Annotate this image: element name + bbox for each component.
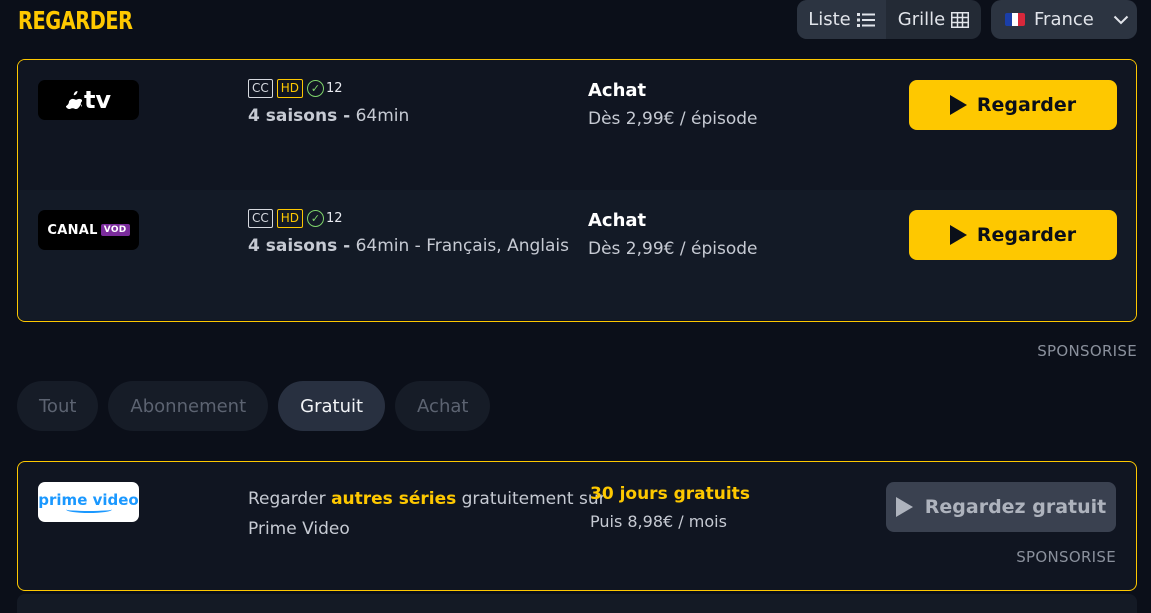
seasons-count: 4 saisons - (248, 106, 351, 126)
quality-badges: CC HD ✓ 12 (248, 79, 343, 98)
offer-meta: 4 saisons - 64min - Français, Anglais (248, 236, 569, 256)
watch-button[interactable]: Regarder (909, 80, 1117, 130)
desc-prefix: Regarder (248, 489, 332, 509)
age-rating: ✓ 12 (307, 80, 343, 97)
list-icon (856, 12, 875, 27)
desc-suffix: gratuitement sur (456, 489, 606, 509)
languages: - Français, Anglais (409, 236, 570, 256)
play-icon (949, 225, 967, 245)
chevron-down-icon (1113, 15, 1129, 24)
offer-type: Achat (588, 210, 647, 231)
hd-badge: HD (276, 79, 304, 98)
desc-line2: Prime Video (248, 519, 350, 539)
apple-icon (65, 90, 82, 109)
desc-highlight: autres séries (331, 489, 457, 509)
age-rating-value: 12 (326, 81, 343, 96)
grid-view-label: Grille (897, 9, 946, 30)
grid-view-button[interactable]: Grille (886, 0, 981, 39)
country-label: France (1034, 9, 1094, 30)
promo-pricing: 30 jours gratuits Puis 8,98€ / mois (590, 484, 750, 531)
age-rating-value: 12 (326, 211, 343, 226)
sponsored-label: SPONSORISE (1016, 548, 1116, 566)
filter-tout[interactable]: Tout (17, 381, 99, 431)
play-icon (949, 95, 967, 115)
list-view-label: Liste (808, 9, 851, 30)
filter-abonnement[interactable]: Abonnement (108, 381, 269, 431)
france-flag-icon (1005, 13, 1025, 26)
runtime: 64min (355, 106, 410, 126)
offer-pricing: Achat Dès 2,99€ / épisode (588, 210, 758, 259)
offer-price: Dès 2,99€ / épisode (588, 239, 758, 259)
age-rating: ✓ 12 (307, 210, 343, 227)
offer-price: Dès 2,99€ / épisode (588, 109, 758, 129)
canal-logo-text: CANAL (47, 222, 98, 238)
watch-free-button-label: Regardez gratuit (924, 496, 1107, 518)
offers-panel: tv CC HD ✓ 12 4 saisons - 64min Achat Dè… (17, 59, 1137, 322)
offer-meta: 4 saisons - 64min (248, 106, 409, 126)
cc-badge: CC (248, 79, 273, 98)
prime-smile-icon (65, 506, 112, 513)
offer-type: Achat (588, 80, 647, 101)
check-circle-icon: ✓ (307, 80, 325, 97)
view-toggle: Liste Grille (797, 0, 981, 39)
watch-button-label: Regarder (976, 224, 1077, 246)
seasons-count: 4 saisons - (248, 236, 351, 256)
page-title: REGARDER (18, 6, 133, 35)
cc-badge: CC (248, 209, 273, 228)
quality-badges: CC HD ✓ 12 (248, 209, 343, 228)
offer-pricing: Achat Dès 2,99€ / épisode (588, 80, 758, 129)
offer-row: CANAL VOD CC HD ✓ 12 4 saisons - 64min -… (18, 190, 1136, 320)
filter-gratuit[interactable]: Gratuit (278, 381, 386, 431)
watch-button-label: Regarder (976, 94, 1077, 116)
promo-price: Puis 8,98€ / mois (590, 512, 727, 531)
check-circle-icon: ✓ (307, 210, 325, 227)
sponsored-description: Regarder autres séries gratuitement sur … (248, 484, 606, 544)
offer-filters: Tout Abonnement Gratuit Achat (17, 381, 491, 431)
apple-tv-logo[interactable]: tv (38, 80, 139, 120)
free-trial-text: 30 jours gratuits (590, 484, 750, 504)
hd-badge: HD (276, 209, 304, 228)
play-icon (895, 497, 913, 517)
prime-video-logo[interactable]: prime video (38, 482, 139, 522)
sponsored-offer-panel: prime video Regarder autres séries gratu… (17, 461, 1137, 591)
sponsored-label: SPONSORISE (1037, 342, 1137, 360)
vod-logo-text: VOD (100, 224, 130, 236)
watch-free-button[interactable]: Regardez gratuit (886, 482, 1116, 532)
runtime: 64min (355, 236, 410, 256)
filter-achat[interactable]: Achat (395, 381, 491, 431)
country-selector[interactable]: France (991, 0, 1137, 39)
grid-icon (951, 11, 970, 28)
watch-button[interactable]: Regarder (909, 210, 1117, 260)
list-view-button[interactable]: Liste (797, 0, 886, 39)
canal-vod-logo[interactable]: CANAL VOD (38, 210, 139, 250)
apple-tv-logo-text: tv (83, 86, 112, 114)
next-panel-edge (17, 594, 1137, 613)
offer-row: tv CC HD ✓ 12 4 saisons - 64min Achat Dè… (18, 60, 1136, 190)
